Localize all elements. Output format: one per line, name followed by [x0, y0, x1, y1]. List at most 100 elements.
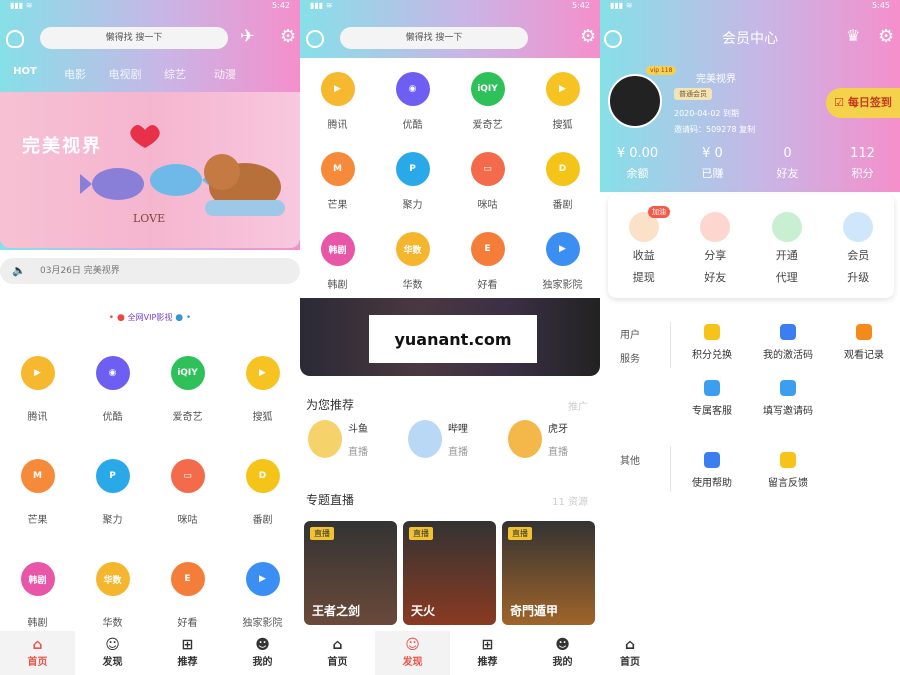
app-item[interactable]: iQIY 爱奇艺 [450, 58, 525, 138]
search-input[interactable]: 懒得找 搜一下 [40, 27, 228, 49]
nav-home[interactable]: ⌂ 首页 [0, 631, 75, 675]
app-item[interactable]: ▶ 搜狐 [525, 58, 600, 138]
banner-illustration: LOVE [80, 125, 285, 225]
action-line2: 提现 [632, 271, 655, 284]
app-item[interactable]: 华数 华数 [375, 218, 450, 298]
app-icon: 华数 [95, 562, 130, 596]
poster-card[interactable]: 直播 奇門遁甲 [502, 521, 595, 625]
stat-item[interactable]: 0 好友 [750, 146, 825, 181]
app-item[interactable]: ▭ 咪咕 [450, 138, 525, 218]
live-sub: 直播 [548, 447, 568, 458]
nav-discover-2[interactable]: ☺ 发现 [375, 631, 450, 675]
action-item[interactable]: 收益 提现 加油 [608, 194, 680, 298]
app-item[interactable]: P 聚力 [375, 138, 450, 218]
nav-mine-label: 我的 [252, 657, 273, 668]
app-item[interactable]: D 番剧 [225, 459, 300, 562]
service-item[interactable]: 观看记录 [824, 324, 900, 361]
clock-2: 5:42 [572, 1, 590, 10]
gear-icon[interactable]: ⚙ [280, 26, 296, 47]
nav-recommend[interactable]: ⊞ 推荐 [150, 631, 225, 675]
action-line1: 会员 [847, 249, 870, 262]
action-icon [700, 212, 731, 242]
app-item[interactable]: ▶ 搜狐 [225, 356, 300, 459]
nav-home-3[interactable]: ⌂ 首页 [600, 631, 660, 675]
service-item[interactable]: 我的激活码 [748, 324, 828, 361]
nav-home-label-3: 首页 [620, 657, 640, 668]
poster-title: 王者之剑 [312, 604, 361, 618]
app-item[interactable]: D 番剧 [525, 138, 600, 218]
live-item[interactable]: 斗鱼 直播 [308, 420, 408, 458]
app-item[interactable]: ▶ 腾讯 [0, 356, 75, 459]
stat-item[interactable]: ¥ 0 已赚 [675, 146, 750, 181]
nav-mine[interactable]: ☻ 我的 [225, 631, 300, 675]
app-item[interactable]: iQIY 爱奇艺 [150, 356, 225, 459]
other-icon [780, 452, 796, 468]
action-item[interactable]: 会员 升级 [823, 194, 895, 298]
search-input-2[interactable]: 懒得找 搜一下 [340, 27, 528, 49]
notice-bar[interactable]: 🔈 03月26日 完美视界 [0, 258, 300, 284]
app-label: 番剧 [252, 515, 273, 526]
app-label: 搜狐 [552, 120, 573, 131]
nav-discover[interactable]: ☺ 发现 [75, 631, 150, 675]
divider [670, 322, 671, 368]
app-item[interactable]: ◉ 优酷 [375, 58, 450, 138]
bottom-tabbar-3: ⌂ 首页 [600, 631, 660, 675]
tab-tv[interactable]: 电视剧 [100, 66, 150, 82]
poster-card[interactable]: 直播 天火 [403, 521, 496, 625]
nav-home-2[interactable]: ⌂ 首页 [300, 631, 375, 675]
other-label: 使用帮助 [692, 478, 732, 489]
live-item[interactable]: 哔哩 直播 [408, 420, 508, 458]
action-line2: 升级 [847, 271, 870, 284]
topic-more[interactable]: 11 资源 [552, 493, 588, 508]
stat-value: 112 [850, 146, 875, 161]
bulb-icon[interactable] [6, 30, 24, 48]
app-item[interactable]: ▶ 腾讯 [300, 58, 375, 138]
app-icon: D [245, 459, 280, 493]
invite-code[interactable]: 邀请码：509278 复制 [674, 124, 755, 135]
app-label: 咪咕 [477, 200, 498, 211]
promo-banner[interactable]: 完美视界 LOVE [0, 92, 300, 248]
app-item[interactable]: E 好看 [450, 218, 525, 298]
other-item[interactable]: 使用帮助 [672, 452, 752, 489]
tab-variety[interactable]: 综艺 [150, 66, 200, 82]
action-item[interactable]: 开通 代理 [751, 194, 823, 298]
stat-item[interactable]: ¥ 0.00 余额 [600, 146, 675, 181]
checkin-button[interactable]: ☑ 每日签到 [826, 88, 900, 118]
app-item[interactable]: 韩剧 韩剧 [300, 218, 375, 298]
action-item[interactable]: 分享 好友 [680, 194, 752, 298]
discover-icon: ☺ [105, 637, 120, 653]
poster-card[interactable]: 直播 王者之剑 [304, 521, 397, 625]
action-line2: 好友 [704, 271, 727, 284]
service-item[interactable]: 填写邀请码 [748, 380, 828, 417]
nav-mine-2[interactable]: ☻ 我的 [525, 631, 600, 675]
gear-icon-3[interactable]: ⚙ [878, 26, 894, 47]
app-item[interactable]: M 芒果 [0, 459, 75, 562]
app-item[interactable]: ▶ 独家影院 [525, 218, 600, 298]
app-item[interactable]: P 聚力 [75, 459, 150, 562]
bulb-icon-2[interactable] [306, 30, 324, 48]
service-item[interactable]: 积分兑换 [672, 324, 752, 361]
recommend-more[interactable]: 推广 [568, 398, 588, 413]
app-item[interactable]: ◉ 优酷 [75, 356, 150, 459]
app-label: 爱奇艺 [472, 120, 503, 131]
tab-movie[interactable]: 电影 [50, 66, 100, 82]
app-item[interactable]: M 芒果 [300, 138, 375, 218]
service-label: 专属客服 [692, 406, 732, 417]
avatar[interactable] [608, 74, 662, 128]
nav-home-label: 首页 [27, 657, 48, 668]
service-label: 填写邀请码 [763, 406, 813, 417]
live-item[interactable]: 虎牙 直播 [508, 420, 600, 458]
tab-hot[interactable]: HOT [0, 66, 50, 82]
level-badge: 普通会员 [674, 88, 712, 100]
send-icon[interactable]: ✈ [240, 26, 255, 47]
app-label: 韩剧 [327, 280, 348, 291]
nav-recommend-2[interactable]: ⊞ 推荐 [450, 631, 525, 675]
stat-item[interactable]: 112 积分 [825, 146, 900, 181]
gear-icon-2[interactable]: ⚙ [580, 26, 596, 47]
tab-anime[interactable]: 动漫 [200, 66, 250, 82]
service-item[interactable]: 专属客服 [672, 380, 752, 417]
crown-icon[interactable]: ♛ [846, 26, 860, 45]
other-item[interactable]: 留言反馈 [748, 452, 828, 489]
home-icon: ⌂ [32, 637, 43, 653]
app-item[interactable]: ▭ 咪咕 [150, 459, 225, 562]
